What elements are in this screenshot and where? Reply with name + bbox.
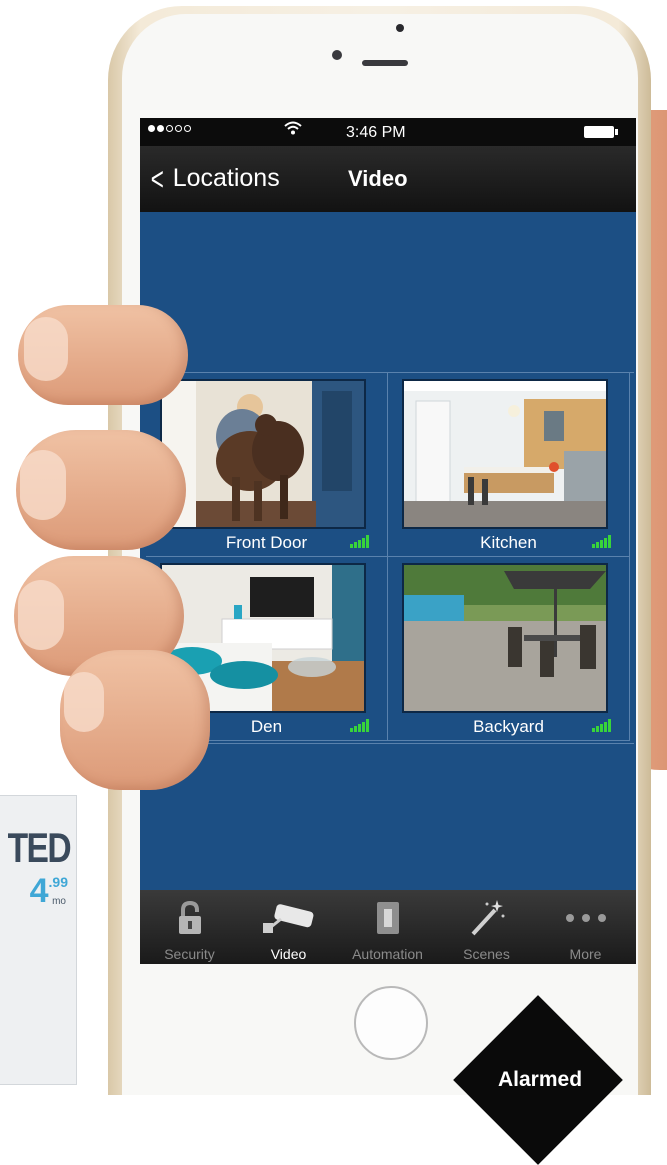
promo-price-big: 4	[29, 872, 49, 910]
tab-automation[interactable]: Automation	[338, 890, 437, 964]
nav-bar: < Locations Video	[140, 146, 636, 212]
tab-label-automation: Automation	[352, 946, 423, 962]
home-button[interactable]	[354, 986, 428, 1060]
tab-video[interactable]: Video	[239, 890, 338, 964]
wifi-icon	[284, 120, 302, 141]
promo-card: TED 4.99 mo	[0, 795, 77, 1085]
proximity-sensor	[396, 24, 404, 32]
front-camera-icon	[332, 50, 342, 60]
finger-middle	[16, 430, 186, 550]
promo-word: TED	[7, 824, 72, 871]
finger-pinky	[60, 650, 210, 790]
tab-more[interactable]: More	[536, 890, 635, 964]
tab-label-more: More	[569, 946, 602, 962]
camera-feed-front-door[interactable]	[160, 379, 366, 529]
camera-tile-front-door[interactable]: Front Door	[146, 373, 388, 557]
camera-tile-backyard[interactable]: Backyard	[388, 557, 630, 741]
camera-feed-backyard[interactable]	[402, 563, 608, 713]
promo-price-cents: .99	[48, 874, 68, 890]
signal-strength-icon	[592, 719, 611, 732]
signal-strength-icon	[350, 535, 369, 548]
status-bar: 3:46 PM	[140, 118, 636, 146]
back-button-label: Locations	[172, 164, 280, 192]
finger-index	[18, 305, 188, 405]
phone-screen: 3:46 PM < Locations Video Front Door Kit…	[140, 118, 636, 964]
promo-price: 4.99 mo	[30, 872, 68, 911]
earpiece-speaker	[362, 60, 408, 66]
chevron-left-icon: <	[150, 160, 164, 197]
tab-label-scenes: Scenes	[463, 946, 510, 962]
camera-feed-kitchen[interactable]	[402, 379, 608, 529]
promo-price-unit: mo	[52, 896, 66, 907]
battery-icon	[584, 126, 618, 138]
light-switch-icon	[338, 898, 437, 938]
signal-strength-icon	[350, 719, 369, 732]
tab-label-video: Video	[270, 946, 307, 962]
tab-security[interactable]: Security	[140, 890, 239, 964]
tab-label-security: Security	[164, 946, 215, 962]
page-title: Video	[348, 166, 408, 191]
back-button[interactable]: < Locations	[148, 160, 280, 197]
magic-wand-icon	[437, 898, 536, 938]
camera-grid: Front Door Kitchen Den Backyard	[146, 372, 634, 744]
status-time: 3:46 PM	[346, 124, 406, 141]
security-camera-icon	[239, 898, 338, 938]
tab-scenes[interactable]: Scenes	[437, 890, 536, 964]
camera-tile-kitchen[interactable]: Kitchen	[388, 373, 630, 557]
more-dots-icon	[536, 898, 635, 938]
padlock-icon	[140, 898, 239, 938]
corner-badge-text: Alarmed	[497, 1068, 583, 1091]
tab-bar: Security Video Automation Scenes More	[140, 890, 636, 964]
cell-signal-icon	[148, 125, 191, 132]
signal-strength-icon	[592, 535, 611, 548]
